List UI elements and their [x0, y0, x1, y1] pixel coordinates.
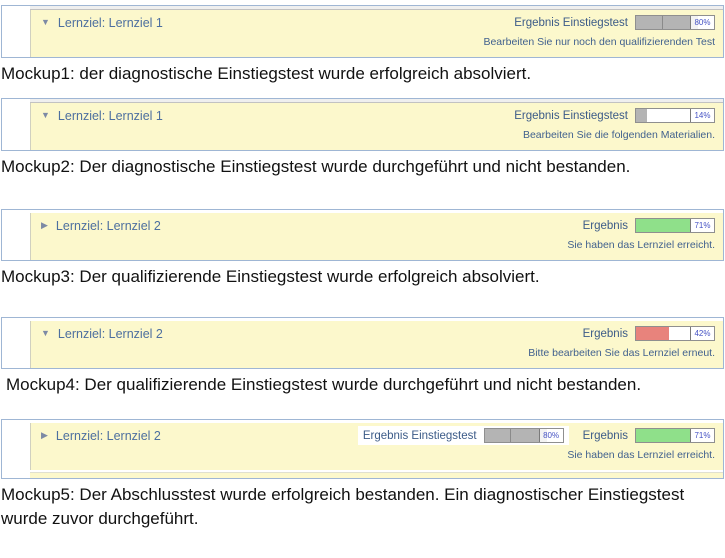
mockup-caption: Mockup2: Der diagnostische Einstiegstest… — [1, 155, 703, 179]
progress-fill — [636, 219, 691, 232]
progress-bar: 71% — [635, 218, 715, 233]
result-bar-group: Ergebnis 71% — [583, 218, 715, 233]
lernziel-title-link[interactable]: Lernziel: Lernziel 2 — [56, 429, 161, 443]
progress-bar: 71% — [635, 428, 715, 443]
lernziel-header-row: ▶ Lernziel: Lernziel 2 Ergebnis 71% — [41, 216, 715, 235]
lernziel-row: ▼ Lernziel: Lernziel 1 Ergebnis Einstieg… — [30, 103, 723, 150]
progress-fill — [636, 109, 647, 122]
progress-fill — [636, 429, 691, 442]
lernziel-row: ▼ Lernziel: Lernziel 2 Ergebnis 42% Bitt… — [30, 321, 723, 368]
lernziel-panel-5: ▶ Lernziel: Lernziel 2 Ergebnis Einstieg… — [1, 419, 724, 479]
lernziel-title-link[interactable]: Lernziel: Lernziel 1 — [58, 16, 163, 30]
result-bar-group: Ergebnis Einstiegstest 80% — [514, 15, 715, 30]
result-bar-group: Ergebnis Einstiegstest 14% — [514, 108, 715, 123]
lernziel-header-row: ▶ Lernziel: Lernziel 2 Ergebnis Einstieg… — [41, 426, 715, 445]
lernziel-row: ▶ Lernziel: Lernziel 2 Ergebnis 71% Sie … — [30, 213, 723, 260]
lernziel-row: ▶ Lernziel: Lernziel 2 Ergebnis Einstieg… — [30, 423, 723, 470]
progress-fill — [636, 327, 669, 340]
progress-bar: 80% — [635, 15, 715, 30]
threshold-marker — [662, 16, 663, 29]
mockup-caption: Mockup4: Der qualifizierende Einstiegste… — [1, 373, 708, 397]
progress-value: 80% — [690, 16, 714, 29]
expand-triangle-icon[interactable]: ▼ — [41, 18, 50, 27]
result-label: Ergebnis Einstiegstest — [514, 110, 628, 122]
expand-triangle-icon[interactable]: ▶ — [41, 431, 48, 440]
progress-value: 71% — [690, 429, 714, 442]
lernziel-title-link[interactable]: Lernziel: Lernziel 2 — [58, 327, 163, 341]
result-label: Ergebnis Einstiegstest — [363, 430, 477, 442]
result-label: Ergebnis — [583, 328, 628, 340]
result-label: Ergebnis — [583, 220, 628, 232]
crop-sliver — [30, 472, 723, 478]
result-label: Ergebnis Einstiegstest — [514, 17, 628, 29]
progress-bar: 42% — [635, 326, 715, 341]
lernziel-panel-4: ▼ Lernziel: Lernziel 2 Ergebnis 42% Bitt… — [1, 317, 724, 369]
result-bar-group: Ergebnis 71% — [583, 428, 715, 443]
lernziel-row: ▼ Lernziel: Lernziel 1 Ergebnis Einstieg… — [30, 10, 723, 57]
result-label: Ergebnis — [583, 430, 628, 442]
status-message: Sie haben das Lernziel erreicht. — [41, 239, 715, 252]
result-bar-group: Ergebnis 42% — [583, 326, 715, 341]
lernziel-panel-1: ▼ Lernziel: Lernziel 1 Ergebnis Einstieg… — [1, 5, 724, 58]
lernziel-panel-3: ▶ Lernziel: Lernziel 2 Ergebnis 71% Sie … — [1, 209, 724, 261]
progress-value: 71% — [690, 219, 714, 232]
einstiegstest-bar-group: Ergebnis Einstiegstest 80% — [358, 426, 569, 445]
status-message: Sie haben das Lernziel erreicht. — [41, 449, 715, 462]
lernziel-title-link[interactable]: Lernziel: Lernziel 1 — [58, 109, 163, 123]
document-page: ▼ Lernziel: Lernziel 1 Ergebnis Einstieg… — [0, 0, 725, 531]
progress-value: 80% — [539, 429, 563, 442]
lernziel-header-row: ▼ Lernziel: Lernziel 1 Ergebnis Einstieg… — [41, 106, 715, 125]
mockup-caption: Mockup1: der diagnostische Einstiegstest… — [1, 62, 703, 86]
mockup-caption: Mockup3: Der qualifizierende Einstiegste… — [1, 265, 703, 289]
status-message: Bearbeiten Sie nur noch den qualifiziere… — [41, 36, 715, 49]
status-message: Bearbeiten Sie die folgenden Materialien… — [41, 129, 715, 142]
mockup-caption: Mockup5: Der Abschlusstest wurde erfolgr… — [1, 483, 703, 531]
expand-triangle-icon[interactable]: ▼ — [41, 329, 50, 338]
lernziel-header-row: ▼ Lernziel: Lernziel 1 Ergebnis Einstieg… — [41, 13, 715, 32]
status-message: Bitte bearbeiten Sie das Lernziel erneut… — [41, 347, 715, 360]
progress-value: 42% — [690, 327, 714, 340]
progress-bar: 80% — [484, 428, 564, 443]
progress-value: 14% — [690, 109, 714, 122]
lernziel-header-row: ▼ Lernziel: Lernziel 2 Ergebnis 42% — [41, 324, 715, 343]
lernziel-title-link[interactable]: Lernziel: Lernziel 2 — [56, 219, 161, 233]
expand-triangle-icon[interactable]: ▶ — [41, 221, 48, 230]
threshold-marker — [510, 429, 511, 442]
lernziel-panel-2: ▼ Lernziel: Lernziel 1 Ergebnis Einstieg… — [1, 98, 724, 151]
progress-bar: 14% — [635, 108, 715, 123]
expand-triangle-icon[interactable]: ▼ — [41, 111, 50, 120]
